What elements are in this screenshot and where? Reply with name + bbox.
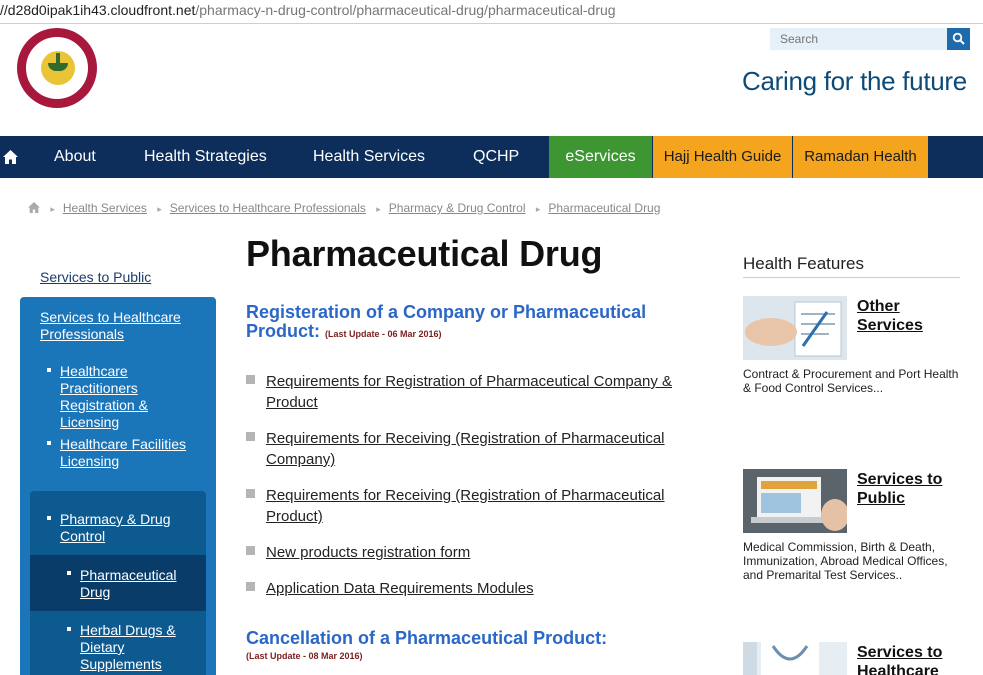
list-item: Requirements for Receiving (Registration… [246,428,686,470]
bullet-icon [47,368,51,372]
doc-link[interactable]: New products registration form [266,544,470,561]
doc-link[interactable]: Application Data Requirements Modules [266,580,534,597]
square-bullet-icon [246,546,255,555]
sidebar-services-to-public[interactable]: Services to Public [40,269,151,285]
nav-eservices[interactable]: eServices [549,136,652,178]
clipboard-photo-icon [743,296,847,360]
sidebar-menu: Services to Healthcare Professionals Hea… [20,297,216,675]
square-bullet-icon [246,432,255,441]
breadcrumb-item[interactable]: Pharmaceutical Drug [548,201,660,215]
laptop-photo-icon [743,469,847,533]
doc-link[interactable]: Requirements for Receiving (Registration… [266,430,665,468]
square-bullet-icon [246,582,255,591]
feature-image-services-public[interactable] [743,469,847,533]
list-item: Application Data Requirements Modules [246,578,686,599]
feature-title-line: Other [857,298,900,315]
breadcrumb: ▸ Health Services ▸ Services to Healthcare… [28,201,660,215]
home-icon [3,150,18,164]
sidebar-item-pharmacy[interactable]: Pharmacy & Drug Control [60,511,200,545]
list-item: Requirements for Registration of Pharmac… [246,371,686,413]
heading-line: Cancellation of a Pharmaceutical Product… [246,628,608,648]
main-nav: About Health Strategies Health Services … [0,136,983,178]
home-icon[interactable] [28,202,40,213]
square-bullet-icon [246,375,255,384]
bullet-icon [47,441,51,445]
breadcrumb-item[interactable]: Health Services [63,201,147,215]
feature-title-line: Healthcare [857,663,939,675]
sidebar-pharmacy-group: Pharmacy & Drug Control Pharmaceutical D… [30,491,206,675]
chevron-right-icon: ▸ [157,204,162,214]
chevron-right-icon: ▸ [535,204,541,214]
sidebar-active-item: Pharmaceutical Drug [30,555,206,611]
feature-link-services-public[interactable]: Services to Public [857,470,942,508]
doc-link[interactable]: Requirements for Registration of Pharmac… [266,373,672,411]
search-icon [952,32,965,45]
last-update: (Last Update - 06 Mar 2016) [325,329,442,339]
square-bullet-icon [246,489,255,498]
address-bar[interactable]: //d28d0ipak1ih43.cloudfront.net/pharmacy… [0,0,983,24]
chevron-right-icon: ▸ [50,204,55,214]
page-title: Pharmaceutical Drug [246,233,603,274]
sidebar-services-to-healthcare[interactable]: Services to Healthcare Professionals [40,309,200,343]
heading-line: Registeration of a Company or Pharmaceut… [246,302,647,322]
sidebar-item-facilities[interactable]: Healthcare Facilities Licensing [60,436,208,470]
sidebar-item-practitioners[interactable]: Healthcare Practitioners Registration & … [60,363,208,431]
heading-line: Product: [246,321,320,341]
ministry-logo[interactable] [17,28,97,108]
url-host: //d28d0ipak1ih43.cloudfront.net [0,2,196,18]
last-update: (Last Update - 08 Mar 2016) [246,651,363,661]
search-button[interactable] [947,28,970,50]
sidebar-item-herbal-drugs[interactable]: Herbal Drugs & Dietary Supplements [80,622,200,673]
health-features-title: Health Features [743,254,864,273]
nav-health-services[interactable]: Health Services [313,136,425,178]
section-heading-cancellation: Cancellation of a Pharmaceutical Product… [246,629,706,670]
list-item: New products registration form [246,542,686,563]
search-input[interactable] [770,28,947,50]
sidebar-item-pharmaceutical-drug[interactable]: Pharmaceutical Drug [80,567,200,601]
feature-link-other-services[interactable]: Other Services [857,297,923,335]
feature-description: Medical Commission, Birth & Death, Immun… [743,540,948,582]
feature-title-line: Services to [857,644,943,661]
nav-hajj-health-guide[interactable]: Hajj Health Guide [653,136,792,178]
feature-title-line: Services to [857,471,943,488]
nav-home[interactable] [0,136,24,178]
nav-qchp[interactable]: QCHP [473,136,519,178]
feature-link-services-healthcare[interactable]: Services to Healthcare [857,643,942,675]
list-item: Requirements for Receiving (Registration… [246,485,686,527]
logo-seal [24,35,90,101]
nav-health-strategies[interactable]: Health Strategies [144,136,267,178]
nav-ramadan-health[interactable]: Ramadan Health [793,136,928,178]
feature-image-services-healthcare[interactable] [743,642,847,675]
document-list: Requirements for Registration of Pharmac… [246,371,686,599]
search-box [770,28,970,50]
breadcrumb-item[interactable]: Services to Healthcare Professionals [170,201,366,215]
section-heading-registration: Registeration of a Company or Pharmaceut… [246,303,706,344]
bullet-icon [67,627,71,631]
doctor-photo-icon [743,642,847,675]
breadcrumb-item[interactable]: Pharmacy & Drug Control [389,201,526,215]
chevron-right-icon: ▸ [376,204,381,214]
feature-title-line: Public [857,490,906,507]
feature-title-line: Services [857,317,923,334]
feature-description: Contract & Procurement and Port Health &… [743,367,959,395]
bullet-icon [67,571,71,575]
divider [743,277,960,278]
bullet-icon [47,516,51,520]
feature-image-other-services[interactable] [743,296,847,360]
nav-about[interactable]: About [54,136,96,178]
site-tagline: Caring for the future [742,66,967,96]
doc-link[interactable]: Requirements for Receiving (Registration… [266,487,665,525]
url-path: /pharmacy-n-drug-control/pharmaceutical-… [195,2,616,18]
